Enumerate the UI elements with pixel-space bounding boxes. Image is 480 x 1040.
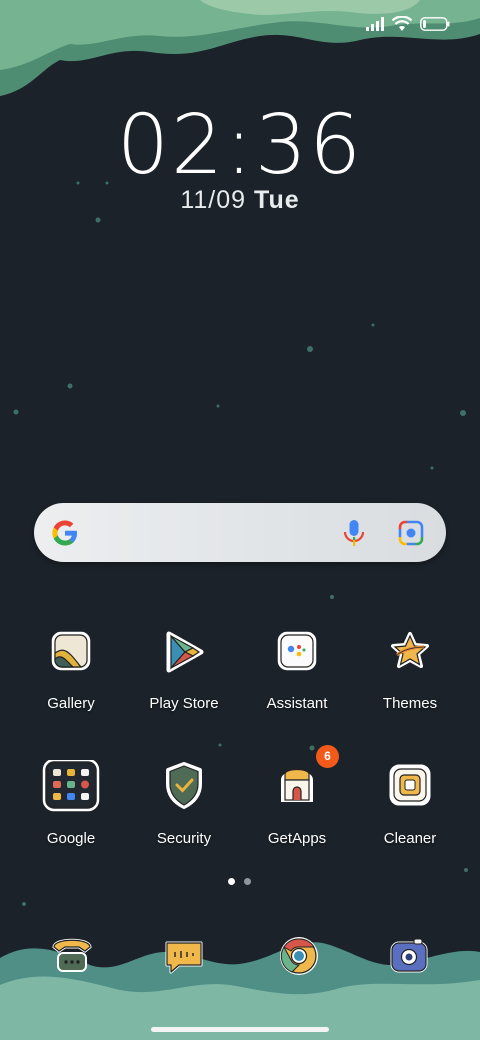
cleaner-icon [389,764,431,806]
folder-google[interactable]: Google [16,758,126,847]
app-play-store[interactable]: Play Store [129,625,239,712]
app-assistant[interactable]: Assistant [242,625,352,712]
app-label: Themes [382,695,438,712]
page-dot [244,878,251,885]
camera-icon [390,938,428,973]
status-bar [366,14,450,34]
weekday-value: Tue [254,186,300,214]
wifi-icon [392,16,412,31]
microphone-icon[interactable] [342,519,366,547]
app-label: Security [156,830,212,847]
assistant-icon [277,631,317,671]
page-dot-active [228,878,235,885]
date-value: 11/09 [180,186,247,214]
gallery-icon [51,631,91,671]
home-gesture-bar[interactable] [151,1027,329,1032]
chrome-icon [280,937,318,975]
app-cleaner[interactable]: Cleaner [355,760,465,847]
app-themes[interactable]: Themes [355,625,465,712]
page-indicator [228,878,251,885]
app-label: Google [46,830,96,847]
security-shield-icon [166,762,202,809]
app-security[interactable]: Security [129,760,239,847]
messages-icon [165,941,203,974]
app-label: Gallery [47,695,95,712]
google-g-icon [52,520,77,546]
notification-badge: 6 [316,745,339,768]
themes-icon [391,632,429,668]
signal-icon [366,17,384,31]
app-label: Cleaner [383,830,437,847]
dock-camera[interactable] [386,933,432,979]
app-label: Assistant [266,695,328,712]
dock-phone[interactable] [49,933,95,979]
dock-messages[interactable] [161,933,207,979]
battery-icon [420,17,450,31]
phone-icon [52,938,92,972]
date-label[interactable]: 11/09 Tue [0,186,480,215]
google-search-bar[interactable] [34,503,446,562]
getapps-icon [281,768,313,802]
play-store-icon [166,631,204,673]
app-getapps[interactable]: 6 GetApps [242,745,352,847]
app-label: Play Store [149,695,219,712]
google-folder-icon [42,758,100,812]
app-label: GetApps [267,830,327,847]
app-gallery[interactable]: Gallery [16,625,126,712]
dock-chrome[interactable] [276,933,322,979]
lockscreen-clock[interactable]: 02:36 [0,98,480,193]
google-lens-icon[interactable] [398,520,424,546]
